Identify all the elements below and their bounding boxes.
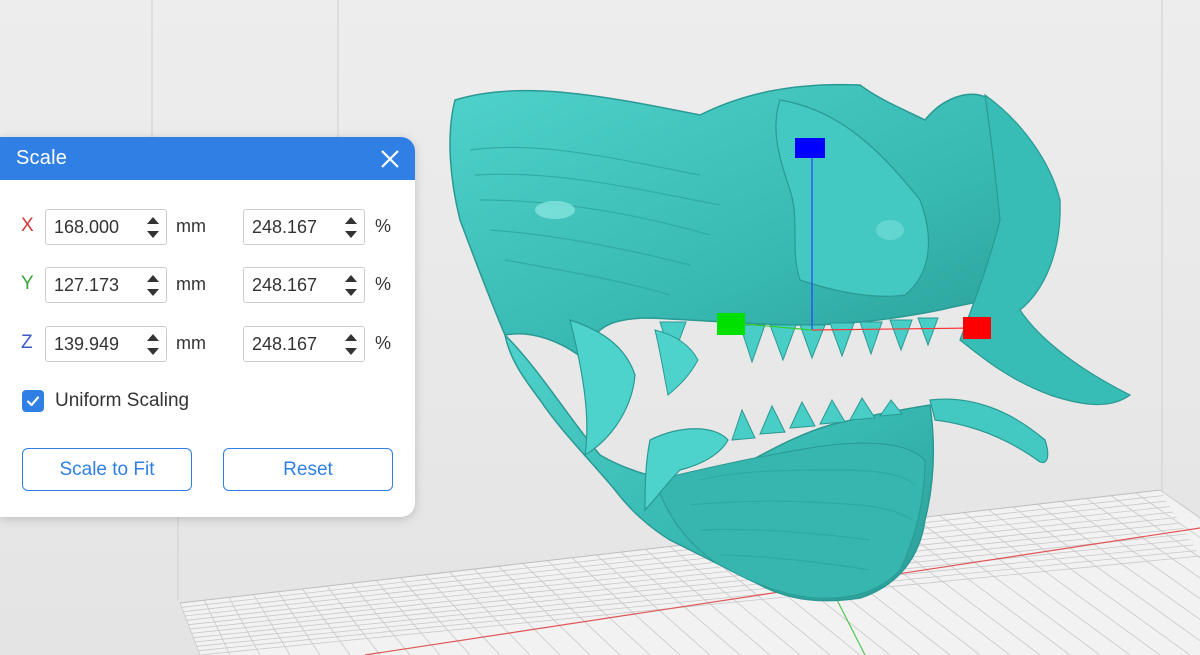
y-percent-spinner[interactable] [342,272,360,300]
spin-up-icon[interactable] [147,334,159,341]
spin-up-icon[interactable] [345,334,357,341]
z-size-unit: mm [176,333,206,353]
x-axis-label: X [21,215,34,236]
uniform-scaling-label: Uniform Scaling [55,390,190,411]
uniform-scaling-option[interactable]: Uniform Scaling [22,389,189,413]
panel-header: Scale [0,137,415,180]
x-percent-field[interactable] [243,209,365,245]
spin-down-icon[interactable] [147,348,159,355]
spin-down-icon[interactable] [345,231,357,238]
y-size-spinner[interactable] [144,272,162,300]
z-percent-field[interactable] [243,326,365,362]
z-size-field[interactable] [45,326,167,362]
scale-panel: Scale X mm % Y [0,137,415,517]
gizmo-y-handle [717,313,745,335]
z-size-spinner[interactable] [144,331,162,359]
z-percent-spinner[interactable] [342,331,360,359]
y-size-unit: mm [176,274,206,294]
y-percent-unit: % [375,274,392,294]
gizmo-x-handle [963,317,991,339]
z-percent-unit: % [375,333,392,353]
spin-down-icon[interactable] [345,348,357,355]
y-scale-row: Y mm % [0,267,415,303]
reset-button[interactable]: Reset [223,448,393,491]
spin-up-icon[interactable] [147,275,159,282]
x-percent-unit: % [375,216,392,236]
spin-up-icon[interactable] [147,217,159,224]
uniform-scaling-checkbox[interactable] [22,390,44,412]
spin-down-icon[interactable] [147,289,159,296]
panel-title: Scale [16,147,68,169]
spin-down-icon[interactable] [147,231,159,238]
x-size-unit: mm [176,216,206,236]
spin-up-icon[interactable] [345,217,357,224]
scale-to-fit-button[interactable]: Scale to Fit [22,448,192,491]
gizmo-z-handle [795,138,825,158]
close-icon[interactable] [377,146,403,172]
y-percent-field[interactable] [243,267,365,303]
z-axis-label: Z [21,332,33,353]
spin-down-icon[interactable] [345,289,357,296]
x-size-spinner[interactable] [144,214,162,242]
spin-up-icon[interactable] [345,275,357,282]
y-size-field[interactable] [45,267,167,303]
z-scale-row: Z mm % [0,326,415,362]
checkmark-icon [26,396,40,407]
y-axis-label: Y [21,273,34,294]
x-size-field[interactable] [45,209,167,245]
x-percent-spinner[interactable] [342,214,360,242]
x-scale-row: X mm % [0,209,415,245]
